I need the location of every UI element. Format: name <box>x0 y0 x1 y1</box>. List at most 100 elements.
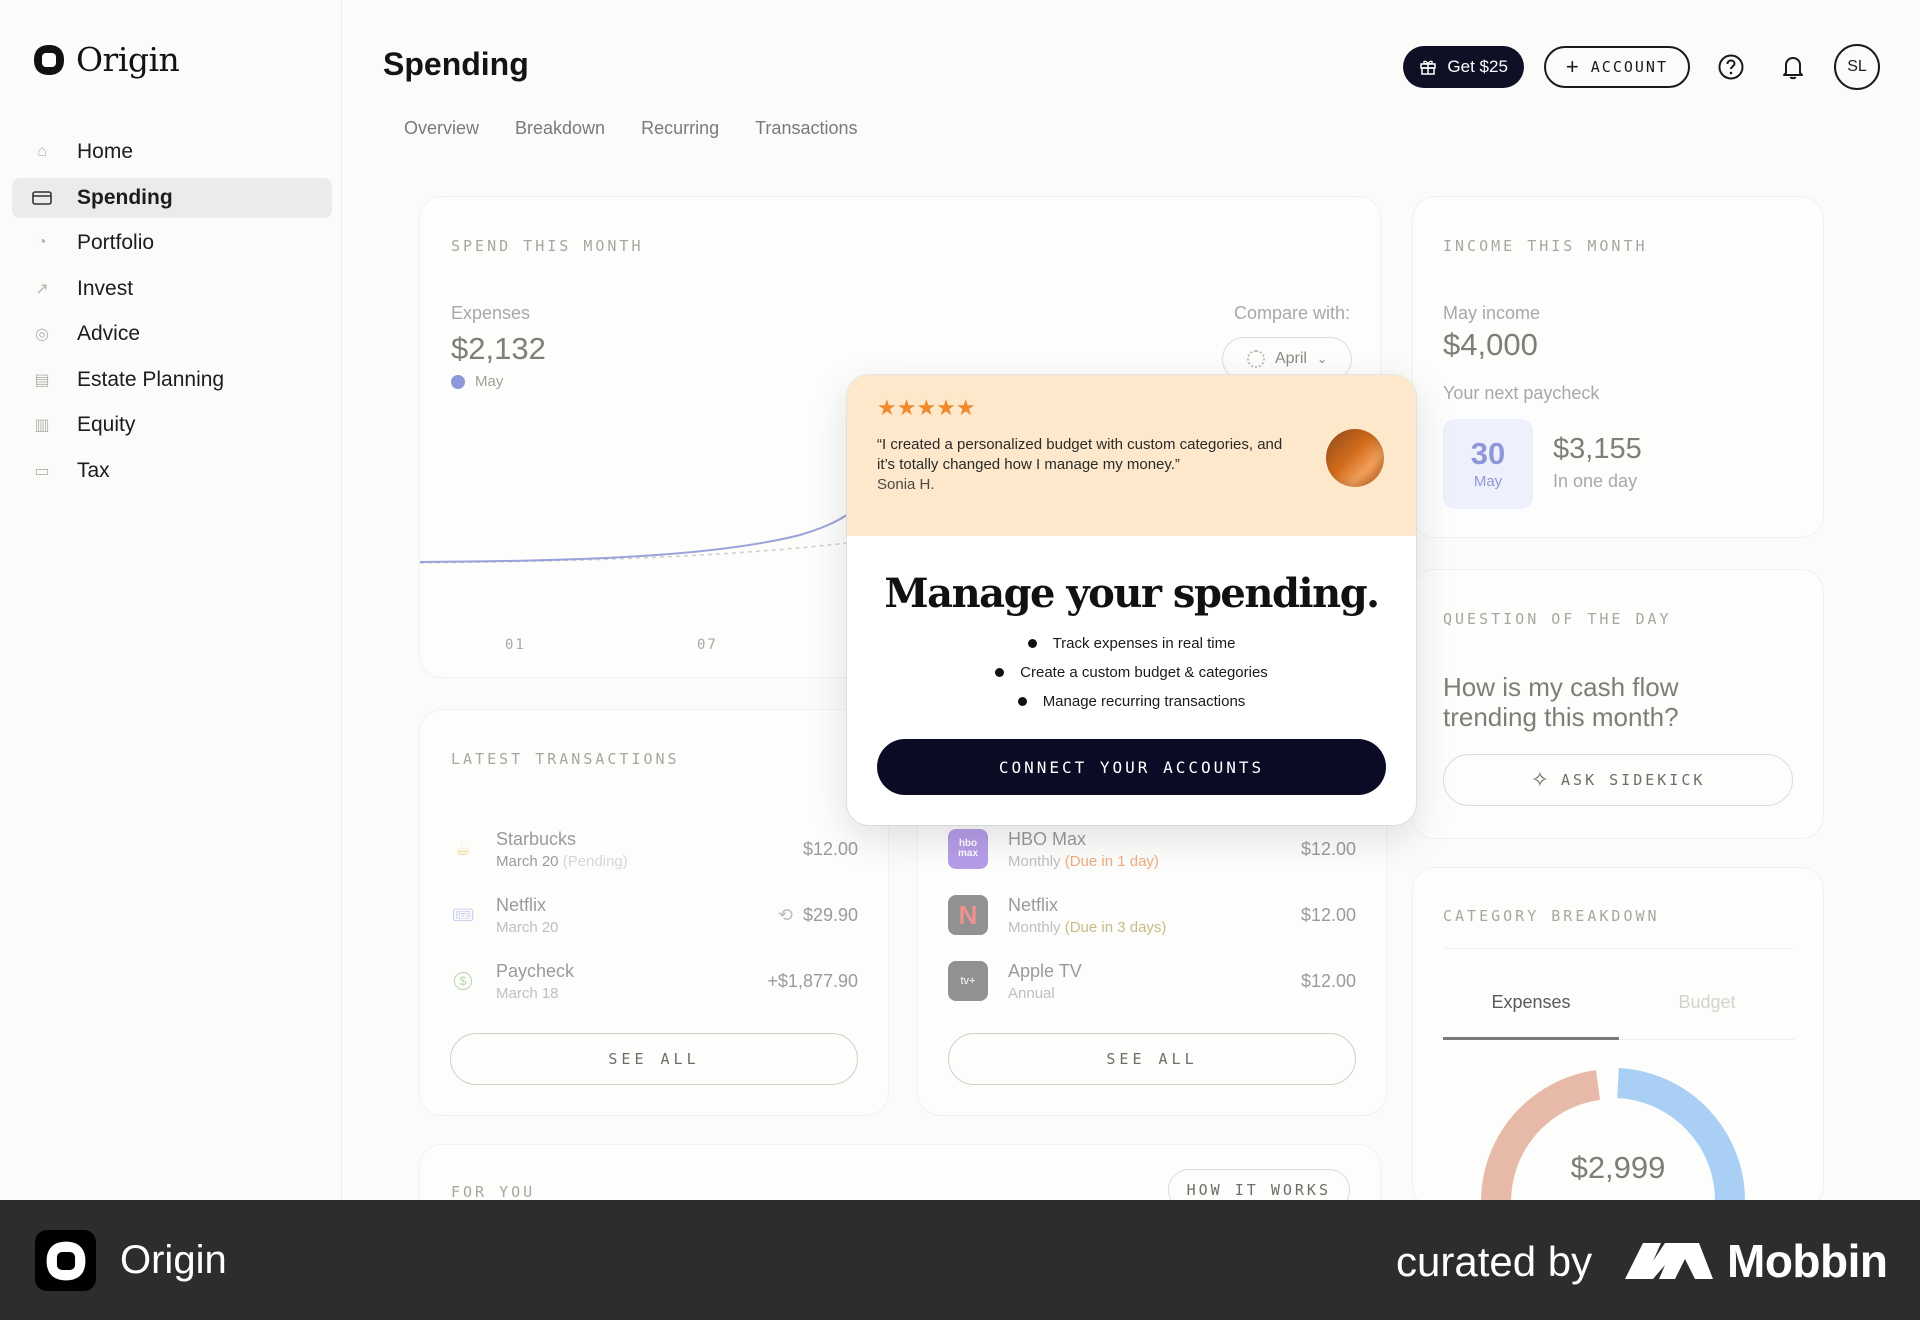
curated-by-text: curated by <box>1396 1238 1593 1285</box>
compare-value: April <box>1274 350 1307 367</box>
feature-text: Track expenses in real time <box>1052 635 1236 652</box>
latest-transactions-card: LATEST TRANSACTIONS ☕ Starbucks March 20… <box>420 710 888 1115</box>
recurring-due: (Due in 1 day) <box>1064 852 1159 870</box>
expenses-value: $2,132 <box>451 331 546 366</box>
transaction-name: Netflix <box>496 894 547 915</box>
help-button[interactable] <box>1710 46 1752 88</box>
mobbin-logo-icon <box>1625 1243 1713 1279</box>
tab-overview[interactable]: Overview <box>404 118 479 139</box>
home-icon: ⌂ <box>37 143 47 160</box>
gift-icon <box>1420 60 1437 75</box>
user-avatar[interactable]: SL <box>1834 44 1880 90</box>
recurring-amount: $12.00 <box>1300 970 1356 991</box>
category-donut-chart <box>1476 1068 1750 1208</box>
logo-text: Origin <box>76 40 180 79</box>
transaction-date: March 20 <box>496 918 559 936</box>
tab-recurring[interactable]: Recurring <box>641 118 719 139</box>
pie-icon: ◔ <box>37 234 47 251</box>
feature-item: Create a custom budget & categories <box>995 664 1268 681</box>
tab-expenses[interactable]: Expenses <box>1443 992 1619 1040</box>
tab-budget[interactable]: Budget <box>1619 992 1795 1040</box>
feature-list: Track expenses in real time Create a cus… <box>847 635 1416 710</box>
tab-transactions[interactable]: Transactions <box>755 118 857 139</box>
sidebar-item-spending[interactable]: Spending <box>12 177 332 218</box>
card-label: QUESTION OF THE DAY <box>1443 610 1672 628</box>
transaction-row[interactable]: $ Paycheck March 18 +$1,877.90 <box>450 953 858 1009</box>
mobbin-brand-name: Mobbin <box>1727 1235 1888 1287</box>
ask-sidekick-label: ASK SIDEKICK <box>1561 771 1706 789</box>
transaction-note: (Pending) <box>562 852 628 870</box>
recurring-amount: $12.00 <box>1300 904 1356 925</box>
compare-label: Compare with: <box>1233 303 1350 323</box>
income-month-label: May income <box>1443 303 1541 323</box>
sidebar-item-label: Equity <box>77 413 136 436</box>
sidebar-item-label: Estate Planning <box>77 367 225 391</box>
recurring-row[interactable]: hbo max HBO Max Monthly (Due in 1 day) $… <box>948 821 1356 877</box>
recurring-icon: ⟲ <box>777 904 793 925</box>
paycheck-amount: $3,155 <box>1553 433 1642 465</box>
ticket-icon: 🎟 <box>451 904 475 925</box>
sidebar-item-equity[interactable]: ▥ Equity <box>12 405 332 445</box>
add-account-label: ACCOUNT <box>1590 58 1668 76</box>
get-reward-button[interactable]: Get $25 <box>1403 46 1524 88</box>
feature-item: Manage recurring transactions <box>1018 693 1246 710</box>
recurring-amount: $12.00 <box>1300 838 1356 859</box>
transaction-row[interactable]: ☕ Starbucks March 20 (Pending) $12.00 <box>450 821 858 877</box>
connect-accounts-button[interactable]: CONNECT YOUR ACCOUNTS <box>877 739 1386 795</box>
recurring-name: Apple TV <box>1008 960 1082 981</box>
sidebar-item-estate-planning[interactable]: ▤ Estate Planning <box>12 360 332 400</box>
plus-icon: + <box>1565 54 1581 79</box>
origin-logo[interactable]: Origin <box>32 40 180 79</box>
ask-sidekick-button[interactable]: ✧ ASK SIDEKICK <box>1443 754 1793 806</box>
paycheck-month: May <box>1473 473 1503 490</box>
trend-icon: ↗ <box>35 280 49 298</box>
recurring-frequency: Monthly <box>1008 852 1061 870</box>
sidebar-item-tax[interactable]: ▭ Tax <box>12 451 332 491</box>
sidebar-item-home[interactable]: ⌂ Home <box>12 132 332 172</box>
connect-accounts-modal: ★★★★★ “I created a personalized budget w… <box>847 375 1416 825</box>
category-breakdown-card: CATEGORY BREAKDOWN Expenses Budget $2,99… <box>1413 868 1823 1208</box>
recurring-name: HBO Max <box>1008 828 1087 849</box>
transaction-name: Starbucks <box>496 828 577 849</box>
add-account-button[interactable]: + ACCOUNT <box>1543 46 1690 88</box>
feature-text: Manage recurring transactions <box>1042 693 1246 710</box>
sidebar-item-label: Advice <box>77 322 141 345</box>
footer-banner: Origin curated by Mobbin <box>0 1200 1920 1320</box>
testimonial-avatar <box>1326 429 1384 487</box>
paycheck-day: 30 <box>1470 436 1506 471</box>
get-reward-label: Get $25 <box>1447 57 1508 76</box>
sidebar-item-advice[interactable]: ◎ Advice <box>12 314 332 354</box>
dashed-circle-icon <box>1246 350 1265 368</box>
origin-app-icon <box>35 1230 96 1291</box>
recurring-row[interactable]: N Netflix Monthly (Due in 3 days) $12.00 <box>948 887 1356 943</box>
card-label: FOR YOU <box>451 1183 536 1201</box>
see-all-recurring-button[interactable]: SEE ALL <box>948 1033 1356 1085</box>
apple-tv-logo: tv+ <box>948 961 988 1001</box>
origin-logo-icon <box>34 44 64 75</box>
recurring-row[interactable]: tv+ Apple TV Annual $12.00 <box>948 953 1356 1009</box>
page-tabs: Overview Breakdown Recurring Transaction… <box>404 118 857 139</box>
mobbin-brand: Mobbin <box>1625 1234 1888 1288</box>
recurring-name: Netflix <box>1008 894 1059 915</box>
sidebar-item-label: Spending <box>77 185 173 209</box>
transaction-amount: $12.00 <box>802 838 858 859</box>
chart-legend: May <box>451 373 503 390</box>
transaction-name: Paycheck <box>496 960 575 981</box>
sidebar-item-invest[interactable]: ↗ Invest <box>12 269 332 309</box>
notifications-button[interactable] <box>1772 46 1814 88</box>
see-all-transactions-button[interactable]: SEE ALL <box>450 1033 858 1085</box>
paycheck-date-badge: 30 May <box>1443 419 1533 509</box>
transaction-row[interactable]: 🎟 Netflix March 20 ⟲ $29.90 <box>450 887 858 943</box>
rating-stars: ★★★★★ <box>877 395 976 420</box>
header-actions: Get $25 + ACCOUNT SL <box>1403 44 1880 90</box>
sidebar: Origin ⌂ Home Spending ◔ Portfolio ↗ Inv… <box>0 0 342 1200</box>
netflix-logo: N <box>948 895 988 935</box>
sidebar-item-label: Invest <box>77 276 134 300</box>
tick-label: 01 <box>505 637 526 653</box>
building-icon: ▤ <box>34 371 50 389</box>
footer-app-name: Origin <box>120 1238 227 1282</box>
bell-icon <box>1783 57 1803 80</box>
transaction-amount-value: $29.90 <box>802 904 858 925</box>
sidebar-item-portfolio[interactable]: ◔ Portfolio <box>12 223 332 263</box>
tab-breakdown[interactable]: Breakdown <box>515 118 605 139</box>
